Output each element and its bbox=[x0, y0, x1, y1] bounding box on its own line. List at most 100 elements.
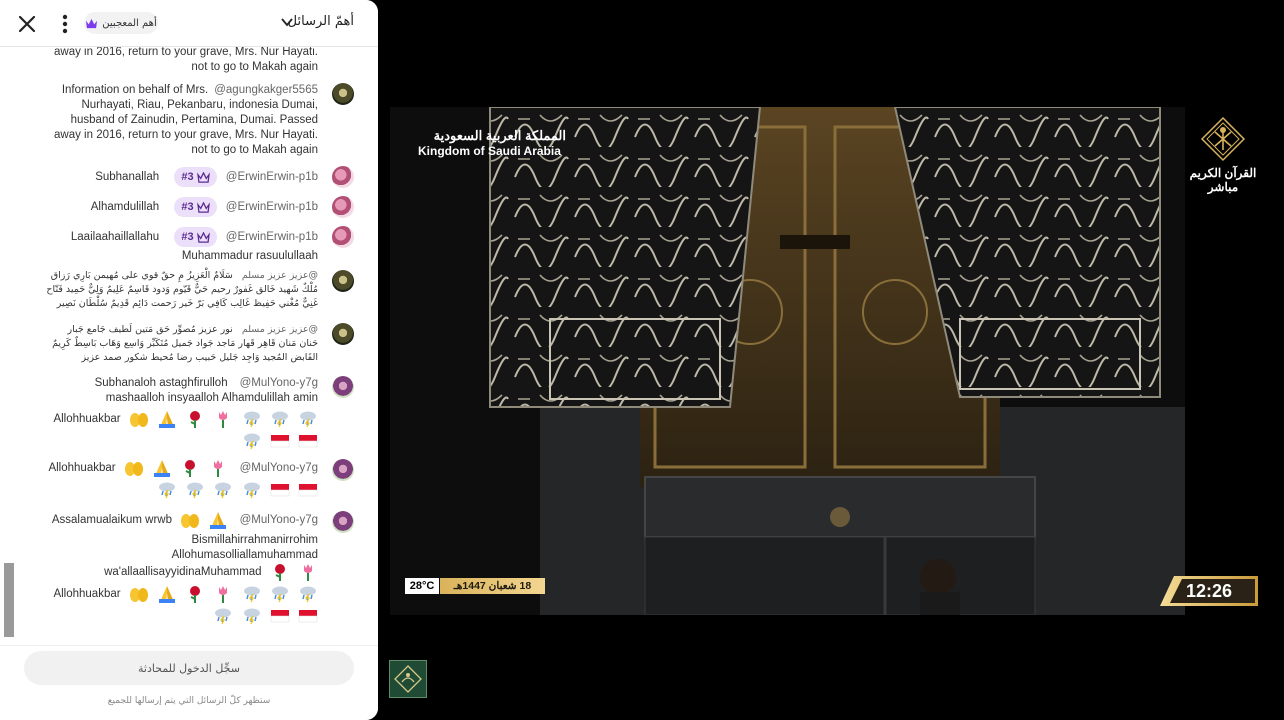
palms-up-icon bbox=[129, 585, 149, 603]
indonesia-flag-icon bbox=[298, 607, 318, 625]
close-icon[interactable] bbox=[14, 11, 40, 37]
rank-badge: #3 bbox=[174, 227, 217, 247]
author-name[interactable]: @عزيز عزيز مسلم bbox=[242, 270, 318, 281]
chat-message: @عزيز عزيز مسلم نور عزيز مُصوِّر حَق مَت… bbox=[46, 323, 318, 365]
chat-message: Allohhuakbar @MulYono-y7g bbox=[48, 459, 318, 503]
message-text-line: away in 2016, return to your grave, Mrs.… bbox=[54, 47, 318, 58]
rain-cloud-icon bbox=[242, 432, 262, 450]
message-text-line: Allohhuakbar bbox=[53, 413, 121, 426]
avatar[interactable] bbox=[332, 196, 354, 218]
chat-message-list[interactable]: away in 2016, return to your grave, Mrs.… bbox=[0, 47, 378, 645]
temperature-badge: 28°C bbox=[405, 578, 439, 594]
avatar[interactable] bbox=[332, 376, 354, 398]
author-name[interactable]: @ErwinErwin-p1b bbox=[226, 231, 318, 243]
author-name[interactable]: @agungkakger5565 bbox=[214, 84, 318, 96]
top-fans-label: أهم المعجبين bbox=[102, 17, 157, 29]
author-name[interactable]: @ErwinErwin-p1b bbox=[226, 201, 318, 213]
chat-message: away in 2016, return to your grave, Mrs.… bbox=[54, 47, 318, 75]
message-text-line: not to go to Makah again bbox=[191, 144, 318, 156]
rank-label: #3 bbox=[181, 230, 194, 243]
rain-cloud-icon bbox=[270, 585, 290, 603]
broadcaster-logo: المملكة العربية السعودية Kingdom of Saud… bbox=[418, 128, 566, 158]
palms-up-icon bbox=[124, 459, 144, 477]
rain-cloud-icon bbox=[213, 607, 233, 625]
palms-up-icon bbox=[180, 511, 200, 529]
avatar[interactable] bbox=[332, 270, 354, 292]
message-text-line: Allohhuakbar bbox=[53, 588, 121, 601]
channel-name: القرآن الكريم bbox=[1189, 166, 1257, 180]
avatar[interactable] bbox=[332, 226, 354, 248]
rain-cloud-icon bbox=[185, 481, 205, 499]
rose-icon bbox=[185, 585, 205, 603]
message-text-line: away in 2016, return to your grave, Mrs.… bbox=[54, 129, 318, 141]
chat-message: Alhamdulillah #3 @ErwinErwin-p1b bbox=[91, 197, 318, 217]
message-text: Alhamdulillah bbox=[90, 201, 160, 214]
live-chat-panel: أهم المعجبين أهمّ الرسائل away in 2016, … bbox=[0, 0, 378, 720]
indonesia-flag-icon bbox=[270, 481, 290, 499]
indonesia-flag-icon bbox=[298, 481, 318, 499]
crown-icon bbox=[197, 172, 210, 183]
scrollbar-thumb[interactable] bbox=[4, 563, 14, 637]
crown-icon bbox=[197, 202, 210, 213]
avatar[interactable] bbox=[332, 83, 354, 105]
message-text-line: Nurhayati, Riau, Pekanbaru, indonesia Du… bbox=[81, 99, 318, 111]
indonesia-flag-icon bbox=[270, 607, 290, 625]
saudi-emblem-icon bbox=[1200, 116, 1246, 162]
author-name[interactable]: @عزيز عزيز مسلم bbox=[242, 324, 318, 335]
rain-cloud-icon bbox=[242, 410, 262, 428]
message-text: Subhanallah bbox=[95, 171, 160, 184]
avatar[interactable] bbox=[332, 511, 354, 533]
rank-badge: #3 bbox=[174, 167, 217, 187]
clock-badge: 12:26 bbox=[1160, 576, 1258, 606]
top-fans-button[interactable]: أهم المعجبين bbox=[84, 12, 158, 34]
chat-mode-dropdown[interactable]: أهمّ الرسائل bbox=[288, 14, 354, 29]
rain-cloud-icon bbox=[298, 585, 318, 603]
crown-icon bbox=[197, 232, 210, 243]
folded-hands-icon bbox=[208, 511, 228, 529]
author-name[interactable]: @MulYono-y7g bbox=[240, 377, 318, 389]
chat-footer-note: ستظهر كلّ الرسائل التي يتم إرسالها للجمي… bbox=[107, 696, 271, 706]
chat-message: Laailaahaillallahu #3 @ErwinErwin-p1b Mu… bbox=[71, 227, 318, 264]
rank-label: #3 bbox=[181, 170, 194, 183]
author-name[interactable]: @MulYono-y7g bbox=[240, 462, 318, 474]
avatar[interactable] bbox=[332, 459, 354, 481]
folded-hands-icon bbox=[157, 585, 177, 603]
chat-message: Assalamualaikum wrwb @MulYono-y7g Bismil… bbox=[52, 511, 318, 629]
tulip-icon bbox=[213, 585, 233, 603]
hijri-date-bar: 18 شعبان 1447هـ bbox=[440, 578, 545, 594]
message-text: Allohhuakbar bbox=[48, 462, 116, 475]
indonesia-flag-icon bbox=[270, 432, 290, 450]
message-text-line: not to go to Makah again bbox=[191, 61, 318, 73]
chat-message: Information on behalf of Mrs. @agungkakge… bbox=[54, 83, 318, 158]
message-text-line: Bismillahirrahmanirrohim bbox=[191, 534, 318, 546]
avatar[interactable] bbox=[332, 166, 354, 188]
channel-avatar-emblem bbox=[394, 665, 422, 693]
tulip-icon bbox=[213, 410, 233, 428]
palms-up-icon bbox=[129, 410, 149, 428]
chat-message: Subhanallah #3 @ErwinErwin-p1b bbox=[95, 167, 318, 187]
kaaba-door-video-frame bbox=[390, 107, 1185, 615]
video-player[interactable] bbox=[390, 107, 1185, 615]
live-label: مباشر bbox=[1207, 180, 1239, 194]
message-text-line: mashaalloh insyaalloh Alhamdulillah amin bbox=[105, 392, 318, 404]
channel-logo: القرآن الكريم مباشر bbox=[1183, 116, 1263, 194]
rank-label: #3 bbox=[181, 200, 194, 213]
channel-avatar-icon[interactable] bbox=[389, 660, 427, 698]
author-name[interactable]: @MulYono-y7g bbox=[240, 514, 318, 526]
rose-icon bbox=[180, 459, 200, 477]
tulip-icon bbox=[208, 459, 228, 477]
more-options-icon[interactable] bbox=[55, 12, 75, 36]
rose-icon bbox=[270, 563, 290, 581]
rain-cloud-icon bbox=[242, 607, 262, 625]
message-text-line: نور عزيز مُصوِّر حَق مَتين لَطيف جَامع ج… bbox=[67, 324, 233, 335]
author-name[interactable]: @ErwinErwin-p1b bbox=[226, 171, 318, 183]
message-text-line: القَابض المُجيد وَاجِد جَليل حَبيب رضا م… bbox=[81, 352, 318, 363]
message-text-line: wa'allaallisayyidinaMuhammad bbox=[104, 566, 262, 579]
rose-icon bbox=[185, 410, 205, 428]
folded-hands-icon bbox=[157, 410, 177, 428]
avatar[interactable] bbox=[332, 323, 354, 345]
message-text-line: Assalamualaikum wrwb bbox=[51, 514, 172, 527]
clock-time: 12:26 bbox=[1185, 581, 1233, 601]
sign-in-to-chat-button[interactable]: سجِّل الدخول للمحادثة bbox=[24, 651, 354, 685]
chat-header: أهم المعجبين أهمّ الرسائل bbox=[0, 0, 378, 47]
